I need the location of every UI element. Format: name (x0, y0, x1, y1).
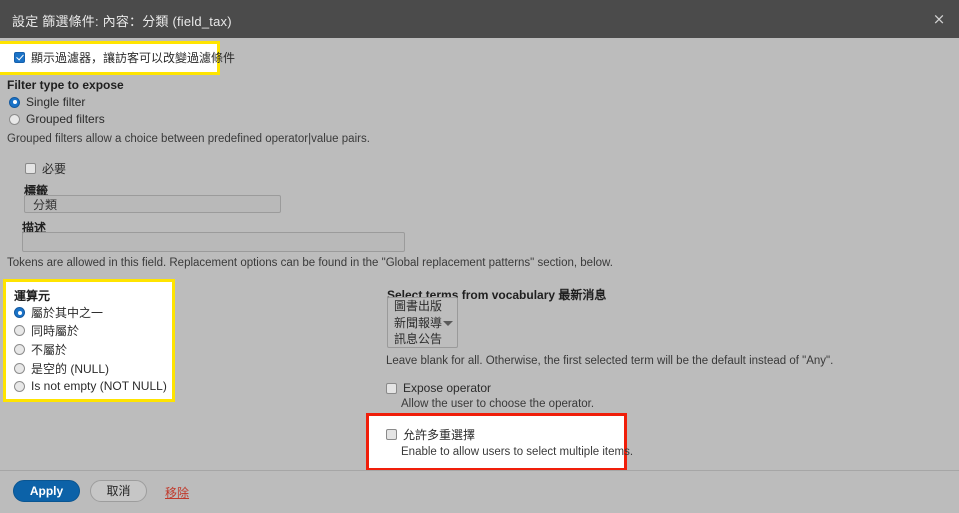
expose-filter-label: 顯示過濾器，讓訪客可以改變過濾條件 (31, 51, 236, 65)
multiple-select-label: 允許多重選擇 (403, 428, 476, 442)
operator-option-is-none-of-label: 不屬於 (31, 343, 68, 357)
operator-option-is-not-empty-control[interactable] (14, 380, 25, 392)
close-icon[interactable]: × (927, 8, 951, 30)
expose-operator-hint: Allow the user to choose the operator. (401, 398, 595, 410)
operator-option-is-none-of[interactable]: 不屬於 (14, 341, 67, 358)
expose-operator-row[interactable]: Expose operator (386, 381, 491, 395)
radio-grouped-filters[interactable]: Grouped filters (9, 112, 105, 126)
operator-option-is-empty-label: 是空的 (NULL) (31, 362, 110, 376)
radio-grouped-filters-label: Grouped filters (26, 112, 105, 126)
tokens-hint: Tokens are allowed in this field. Replac… (7, 257, 613, 269)
expose-operator-checkbox[interactable] (386, 382, 397, 394)
label-input[interactable] (24, 195, 281, 213)
operator-option-is-one-of-label: 屬於其中之一 (31, 306, 104, 320)
vocabulary-option[interactable]: 圖書出版 (388, 298, 457, 315)
radio-single-filter-label: Single filter (26, 95, 86, 109)
operator-heading: 運算元 (14, 289, 51, 303)
expose-filter-row[interactable]: 顯示過濾器，讓訪客可以改變過濾條件 (14, 49, 235, 66)
required-checkbox[interactable] (25, 163, 36, 174)
operator-option-is-all-of-label: 同時屬於 (31, 324, 80, 338)
radio-single-filter-control[interactable] (9, 96, 20, 108)
operator-option-is-all-of[interactable]: 同時屬於 (14, 322, 79, 339)
filter-type-heading: Filter type to expose (7, 78, 124, 92)
required-row[interactable]: 必要 (25, 160, 66, 177)
cancel-button[interactable]: 取消 (90, 480, 147, 502)
operator-option-is-empty[interactable]: 是空的 (NULL) (14, 360, 109, 377)
operator-option-is-none-of-control[interactable] (14, 344, 25, 355)
vocabulary-option[interactable]: 訊息公告 (388, 331, 457, 347)
vocabulary-hint: Leave blank for all. Otherwise, the firs… (386, 355, 834, 367)
remove-link[interactable]: 移除 (165, 484, 189, 501)
radio-grouped-filters-control[interactable] (9, 113, 20, 125)
operator-option-is-all-of-control[interactable] (14, 325, 25, 336)
dialog-titlebar: 設定 篩選條件: 內容：分類 (field_tax) × (0, 0, 959, 38)
operator-option-is-not-empty[interactable]: Is not empty (NOT NULL) (14, 379, 167, 393)
radio-single-filter[interactable]: Single filter (9, 95, 85, 109)
grouped-filters-hint: Grouped filters allow a choice between p… (7, 133, 370, 145)
required-label: 必要 (42, 162, 67, 176)
operator-option-is-empty-control[interactable] (14, 363, 25, 374)
dialog-title: 設定 篩選條件: 內容：分類 (field_tax) (12, 14, 232, 29)
operator-option-is-one-of[interactable]: 屬於其中之一 (14, 304, 103, 321)
chevron-down-icon[interactable] (443, 321, 453, 326)
multiple-select-hint: Enable to allow users to select multiple… (401, 446, 634, 458)
operator-option-is-one-of-control[interactable] (14, 307, 25, 318)
operator-option-is-not-empty-label: Is not empty (NOT NULL) (31, 379, 167, 393)
multiple-select-checkbox[interactable] (386, 429, 397, 440)
multiple-select-row[interactable]: 允許多重選擇 (386, 426, 475, 443)
apply-button[interactable]: Apply (13, 480, 80, 502)
expose-filter-checkbox[interactable] (14, 52, 25, 63)
dialog-body: 顯示過濾器，讓訪客可以改變過濾條件 Filter type to expose … (0, 38, 959, 471)
expose-operator-label: Expose operator (403, 381, 492, 395)
dialog-footer: Apply 取消 移除 (0, 470, 959, 513)
description-input[interactable] (22, 232, 405, 252)
